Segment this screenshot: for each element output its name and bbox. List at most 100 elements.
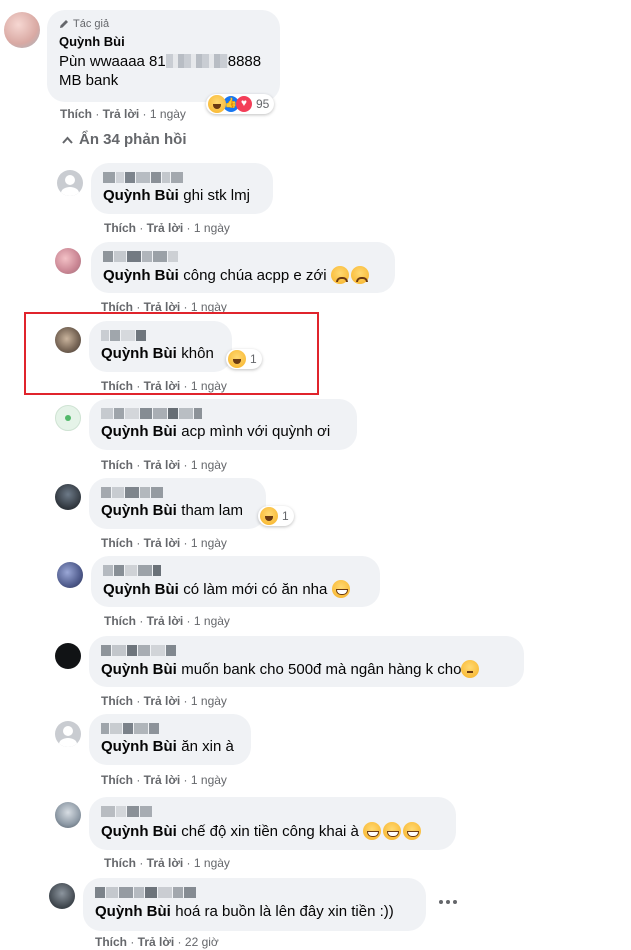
comment-text-start: Pùn wwaaaa 81 — [59, 53, 166, 70]
reply-time[interactable]: 1 ngày — [191, 694, 227, 708]
comment-text-end: 8888 — [227, 53, 262, 70]
reply-text: có làm mới có ăn nha — [183, 581, 328, 598]
reply-bubble: Quỳnh Bùi hoá ra buồn là lên đây xin tiề… — [83, 878, 426, 931]
top-comment-bubble: Tác giả Quỳnh Bùi Pùn wwaaaa 81 8888 MB b… — [47, 10, 280, 102]
reply-time[interactable]: 1 ngày — [191, 773, 227, 787]
like-link[interactable]: Thích — [104, 856, 136, 870]
like-link[interactable]: Thích — [95, 935, 127, 949]
comment-text-line1: Pùn wwaaaa 81 8888 — [59, 53, 268, 70]
reply-actions: Thích · Trả lời · 1 ngày — [101, 694, 227, 708]
like-link[interactable]: Thích — [104, 221, 136, 235]
reply-actions: Thích · Trả lời · 1 ngày — [101, 773, 227, 787]
reply-bubble: Quỳnh Bùi công chúa acpp e zới — [91, 242, 395, 293]
blurred-author-name — [101, 407, 345, 420]
reply-actions: Thích · Trả lời · 1 ngày — [104, 221, 230, 235]
more-options-icon[interactable] — [439, 897, 457, 907]
comment-author-name[interactable]: Quỳnh Bùi — [59, 34, 268, 49]
reply-link[interactable]: Trả lời — [103, 107, 140, 121]
grin-sweat-emoji-icon — [383, 822, 402, 840]
reply-time[interactable]: 1 ngày — [194, 614, 230, 628]
blurred-author-name — [101, 722, 239, 735]
reply-avatar[interactable] — [57, 170, 83, 196]
reply-link[interactable]: Trả lời — [147, 856, 184, 870]
mention-tag[interactable]: Quỳnh Bùi — [103, 267, 179, 284]
sad-emoji-icon — [331, 266, 349, 284]
reply-actions: Thích · Trả lời · 1 ngày — [101, 379, 227, 393]
reply-link[interactable]: Trả lời — [144, 694, 181, 708]
pencil-icon — [59, 19, 69, 29]
mention-tag[interactable]: Quỳnh Bùi — [103, 581, 179, 598]
chevron-up-icon — [62, 131, 73, 148]
mention-tag[interactable]: Quỳnh Bùi — [101, 661, 177, 678]
reply-bubble: Quỳnh Bùi muốn bank cho 500đ mà ngân hàn… — [89, 636, 524, 687]
reply-reactions[interactable]: 1 — [226, 349, 262, 369]
grin-sweat-emoji-icon — [331, 580, 350, 598]
reply-link[interactable]: Trả lời — [147, 221, 184, 235]
reply-link[interactable]: Trả lời — [144, 773, 181, 787]
reply-text: tham lam — [181, 502, 243, 519]
blurred-author-name — [101, 644, 512, 657]
reply-link[interactable]: Trả lời — [138, 935, 175, 949]
reply-link[interactable]: Trả lời — [144, 458, 181, 472]
like-link[interactable]: Thích — [101, 379, 133, 393]
reply-text: khôn — [181, 345, 214, 362]
reply-time[interactable]: 1 ngày — [194, 856, 230, 870]
reply-link[interactable]: Trả lời — [144, 536, 181, 550]
blurred-author-name — [101, 805, 444, 818]
mention-tag[interactable]: Quỳnh Bùi — [103, 187, 179, 204]
reply-time[interactable]: 1 ngày — [194, 221, 230, 235]
top-reactions[interactable]: 👍 ♥ 95 — [206, 94, 275, 114]
reaction-count: 1 — [282, 509, 289, 523]
reply-bubble: Quỳnh Bùi khôn — [89, 321, 232, 372]
reply-reactions[interactable]: 1 — [258, 506, 294, 526]
reply-time[interactable]: 1 ngày — [191, 379, 227, 393]
reaction-count: 95 — [256, 97, 270, 111]
like-link[interactable]: Thích — [101, 536, 133, 550]
blurred-author-name — [103, 250, 383, 263]
like-link[interactable]: Thích — [60, 107, 92, 121]
comment-time[interactable]: 1 ngày — [150, 107, 186, 121]
mention-tag[interactable]: Quỳnh Bùi — [101, 423, 177, 440]
author-badge-label: Tác giả — [73, 18, 110, 30]
reply-avatar[interactable] — [55, 484, 81, 510]
hide-replies-toggle[interactable]: Ẩn 34 phản hồi — [62, 131, 187, 148]
haha-reaction-icon — [208, 95, 226, 113]
reply-avatar[interactable] — [55, 643, 81, 669]
blurred-author-name — [95, 886, 414, 899]
mention-tag[interactable]: Quỳnh Bùi — [101, 502, 177, 519]
blurred-author-name — [103, 564, 368, 577]
like-link[interactable]: Thích — [101, 773, 133, 787]
reply-time[interactable]: 1 ngày — [191, 458, 227, 472]
reply-actions: Thích · Trả lời · 22 giờ — [95, 935, 219, 949]
reply-avatar[interactable] — [49, 883, 75, 909]
reaction-count: 1 — [250, 352, 257, 366]
reply-avatar[interactable] — [55, 802, 81, 828]
reply-text: chế độ xin tiền công khai à — [181, 823, 359, 840]
love-reaction-icon: ♥ — [236, 96, 252, 112]
reply-avatar[interactable] — [55, 248, 81, 274]
reply-actions: Thích · Trả lời · 1 ngày — [104, 614, 230, 628]
mention-tag[interactable]: Quỳnh Bùi — [101, 738, 177, 755]
mention-tag[interactable]: Quỳnh Bùi — [101, 823, 177, 840]
mention-tag[interactable]: Quỳnh Bùi — [101, 345, 177, 362]
reply-bubble: Quỳnh Bùi acp mình với quỳnh ơi — [89, 399, 357, 450]
like-link[interactable]: Thích — [104, 614, 136, 628]
reply-link[interactable]: Trả lời — [144, 379, 181, 393]
reply-avatar[interactable] — [55, 327, 81, 353]
reply-avatar[interactable] — [55, 721, 81, 747]
reply-avatar[interactable] — [55, 405, 81, 431]
reply-link[interactable]: Trả lời — [147, 614, 184, 628]
reply-avatar[interactable] — [57, 562, 83, 588]
reply-time[interactable]: 22 giờ — [185, 935, 219, 949]
reply-time[interactable]: 1 ngày — [191, 536, 227, 550]
like-link[interactable]: Thích — [101, 458, 133, 472]
comment-text-line2: MB bank — [59, 72, 119, 89]
haha-reaction-icon — [260, 507, 278, 525]
neutral-emoji-icon — [461, 660, 480, 678]
reply-text: hoá ra buồn là lên đây xin tiền :)) — [175, 903, 394, 920]
like-link[interactable]: Thích — [101, 694, 133, 708]
grin-sweat-emoji-icon — [363, 822, 382, 840]
reply-text: acp mình với quỳnh ơi — [181, 423, 331, 440]
author-avatar[interactable] — [4, 12, 40, 48]
mention-tag[interactable]: Quỳnh Bùi — [95, 903, 171, 920]
